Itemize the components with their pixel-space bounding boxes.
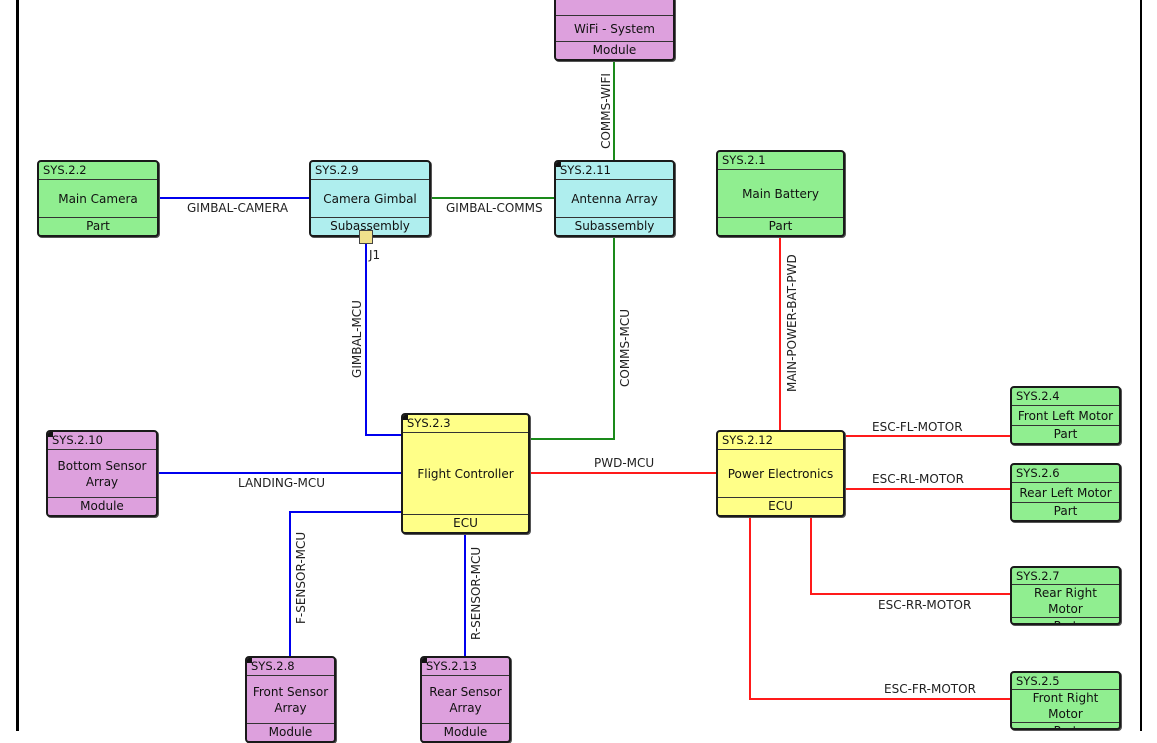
label-landing-mcu: LANDING-MCU — [238, 476, 326, 490]
block-id: SYS.2.8 — [247, 658, 334, 676]
block-id: SYS.2.2 — [39, 162, 157, 180]
block-flight-controller[interactable]: SYS.2.3 Flight Controller ECU — [401, 413, 530, 534]
block-wifi-system[interactable]: WiFi - System Module — [554, 0, 675, 61]
label-r-sensor-mcu: R-SENSOR-MCU — [469, 546, 483, 640]
port-j1-label: J1 — [369, 248, 381, 262]
label-esc-rr-motor: ESC-RR-MOTOR — [878, 598, 972, 612]
block-id: SYS.2.9 — [311, 162, 429, 180]
selection-corner-marker — [48, 432, 53, 437]
block-type: ECU — [403, 514, 528, 532]
selection-corner-marker — [403, 415, 408, 420]
block-id: SYS.2.10 — [48, 432, 156, 450]
block-name: Flight Controller — [417, 466, 514, 481]
label-gimbal-mcu: GIMBAL-MCU — [350, 300, 364, 378]
selection-corner-marker — [422, 658, 427, 663]
selection-corner-marker — [556, 162, 561, 167]
label-gimbal-comms: GIMBAL-COMMS — [446, 201, 543, 215]
block-id: SYS.2.11 — [556, 162, 673, 180]
block-name: Front Right Motor — [1032, 691, 1099, 721]
block-id: SYS.2.5 — [1012, 673, 1119, 690]
block-type: Part — [39, 217, 157, 235]
wire-gimbal-mcu[interactable] — [365, 244, 402, 436]
block-type: Module — [556, 41, 673, 59]
block-main-battery[interactable]: SYS.2.1 Main Battery Part — [716, 150, 845, 237]
block-id: SYS.2.7 — [1012, 568, 1119, 585]
block-id: SYS.2.12 — [718, 432, 843, 450]
block-type: Module — [422, 723, 509, 741]
block-name: Front Sensor Array — [252, 684, 329, 715]
block-id: SYS.2.13 — [422, 658, 509, 676]
port-j1[interactable] — [359, 230, 373, 244]
block-power-electronics[interactable]: SYS.2.12 Power Electronics ECU — [716, 430, 845, 517]
block-id: SYS.2.3 — [403, 415, 528, 433]
block-rear-left-motor[interactable]: SYS.2.6 Rear Left Motor Part — [1010, 463, 1121, 522]
block-type: ECU — [718, 497, 843, 515]
block-name: Camera Gimbal — [323, 191, 417, 206]
connection-layer — [157, 60, 1010, 700]
block-type: Part — [1012, 722, 1119, 728]
label-esc-rl-motor: ESC-RL-MOTOR — [872, 472, 964, 486]
label-pwd-mcu: PWD-MCU — [594, 456, 655, 470]
block-name: Antenna Array — [571, 191, 658, 206]
block-front-left-motor[interactable]: SYS.2.4 Front Left Motor Part — [1010, 386, 1121, 445]
block-type: Module — [247, 723, 334, 741]
wire-comms-mcu[interactable] — [529, 236, 615, 440]
block-name: Power Electronics — [727, 466, 834, 481]
block-name: Main Battery — [742, 186, 819, 201]
block-main-camera[interactable]: SYS.2.2 Main Camera Part — [37, 160, 159, 237]
label-comms-mcu: COMMS-MCU — [618, 309, 632, 387]
label-esc-fr-motor: ESC-FR-MOTOR — [884, 682, 976, 696]
block-name: Rear Sensor Array — [429, 684, 502, 715]
block-bottom-sensor-array[interactable]: SYS.2.10 Bottom Sensor Array Module — [46, 430, 158, 517]
block-type: Part — [1012, 617, 1119, 623]
block-name: Bottom Sensor Array — [57, 458, 147, 489]
block-rear-right-motor[interactable]: SYS.2.7 Rear Right Motor Part — [1010, 566, 1121, 625]
label-esc-fl-motor: ESC-FL-MOTOR — [872, 420, 963, 434]
label-f-sensor-mcu: F-SENSOR-MCU — [294, 531, 308, 624]
block-id: SYS.2.6 — [1012, 465, 1119, 483]
block-front-sensor-array[interactable]: SYS.2.8 Front Sensor Array Module — [245, 656, 336, 743]
label-gimbal-camera: GIMBAL-CAMERA — [187, 201, 289, 215]
wire-esc-rr-motor[interactable] — [810, 516, 1010, 595]
block-type: Subassembly — [556, 217, 673, 235]
block-name: Rear Left Motor — [1019, 485, 1112, 500]
block-camera-gimbal[interactable]: SYS.2.9 Camera Gimbal Subassembly — [309, 160, 431, 237]
block-id: SYS.2.4 — [1012, 388, 1119, 406]
label-comms-wifi: COMMS-WIFI — [599, 73, 613, 149]
block-name: Front Left Motor — [1017, 408, 1114, 423]
block-name: Rear Right Motor — [1034, 586, 1097, 616]
block-rear-sensor-array[interactable]: SYS.2.13 Rear Sensor Array Module — [420, 656, 511, 743]
block-type: Part — [718, 217, 843, 235]
block-type: Module — [48, 497, 156, 515]
block-id — [556, 0, 673, 16]
block-front-right-motor[interactable]: SYS.2.5 Front Right Motor Part — [1010, 671, 1121, 730]
block-antenna-array[interactable]: SYS.2.11 Antenna Array Subassembly — [554, 160, 675, 237]
label-main-power-bat-pwd: MAIN-POWER-BAT-PWD — [785, 254, 799, 392]
block-name: WiFi - System — [573, 21, 655, 36]
block-name: Main Camera — [58, 191, 138, 206]
block-id: SYS.2.1 — [718, 152, 843, 170]
selection-corner-marker — [247, 658, 252, 663]
block-type: Part — [1012, 425, 1119, 443]
block-type: Part — [1012, 502, 1119, 520]
